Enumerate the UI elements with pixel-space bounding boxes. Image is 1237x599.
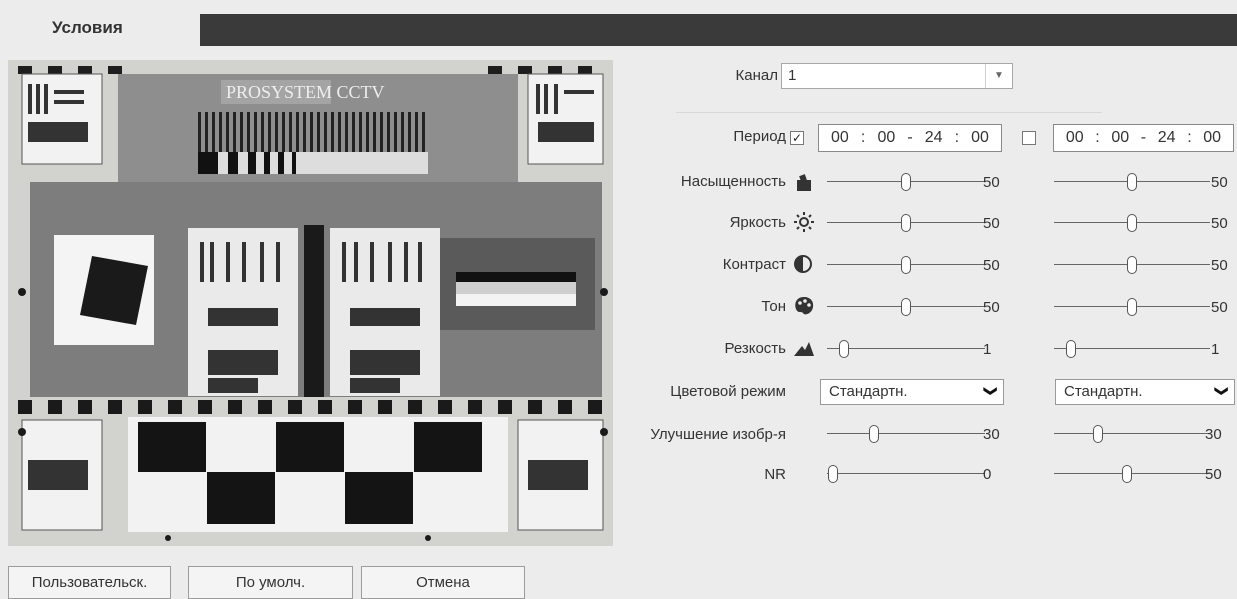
tab-conditions[interactable]: Условия <box>8 14 200 46</box>
chevron-down-icon: ▼ <box>985 64 1012 88</box>
enhance-value-1: 30 <box>983 426 1000 443</box>
slider-handle[interactable] <box>839 340 850 358</box>
camera-preview: PROSYSTEM CCTV <box>8 60 613 546</box>
sharpness-value-1: 1 <box>983 341 992 358</box>
nr-value-1: 0 <box>983 466 992 483</box>
period-1-checkbox[interactable]: ✓ <box>790 131 804 145</box>
slider-handle[interactable] <box>901 214 911 232</box>
time-separator: : <box>860 129 866 146</box>
slider-handle[interactable] <box>1127 256 1137 274</box>
nr-slider-1[interactable] <box>827 464 985 484</box>
nr-value-2: 50 <box>1205 466 1222 483</box>
saturation-icon <box>797 174 811 191</box>
color-mode-value-1: Стандартн. <box>829 383 908 400</box>
slider-handle[interactable] <box>901 298 911 316</box>
saturation-slider-1[interactable] <box>827 172 985 192</box>
nr-slider-2[interactable] <box>1054 464 1210 484</box>
slider-handle[interactable] <box>1127 298 1137 316</box>
period-1-time[interactable]: 00: 00- 24: 00 <box>818 124 1002 152</box>
period-2-checkbox[interactable] <box>1022 131 1036 145</box>
divider <box>676 112 1102 113</box>
top-bar: Условия <box>0 0 1237 46</box>
slider-handle[interactable] <box>1092 425 1103 443</box>
brightness-label: Яркость <box>729 214 786 231</box>
time-field[interactable]: 00 <box>877 129 895 147</box>
color-mode-label: Цветовой режим <box>670 383 786 400</box>
slider-handle[interactable] <box>828 465 839 483</box>
contrast-label: Контраст <box>722 256 786 273</box>
time-field[interactable]: 00 <box>1111 129 1129 147</box>
slider-handle[interactable] <box>1127 173 1137 191</box>
saturation-slider-2[interactable] <box>1054 172 1210 192</box>
time-field[interactable]: 00 <box>1066 129 1084 147</box>
color-mode-select-1[interactable]: Стандартн. ❮ <box>820 379 1004 405</box>
sharpness-value-2: 1 <box>1211 341 1220 358</box>
enhance-slider-1[interactable] <box>827 424 985 444</box>
cancel-button[interactable]: Отмена <box>361 566 525 599</box>
contrast-icon <box>794 255 812 273</box>
time-separator: - <box>1140 129 1147 146</box>
hue-slider-1[interactable] <box>827 297 985 317</box>
color-mode-select-2[interactable]: Стандартн. ❮ <box>1055 379 1235 405</box>
time-field[interactable]: 24 <box>925 129 943 147</box>
saturation-value-1: 50 <box>983 174 1000 191</box>
top-bar-dark <box>200 14 1237 46</box>
hue-value-2: 50 <box>1211 299 1228 316</box>
chevron-down-icon: ❮ <box>981 385 997 397</box>
brightness-value-1: 50 <box>983 215 1000 232</box>
brightness-slider-2[interactable] <box>1054 213 1210 233</box>
time-separator: : <box>1095 129 1100 146</box>
slider-handle[interactable] <box>869 425 880 443</box>
default-button[interactable]: По умолч. <box>188 566 353 599</box>
enhance-label: Улучшение изобр-я <box>650 426 786 443</box>
hue-slider-2[interactable] <box>1054 297 1210 317</box>
contrast-slider-1[interactable] <box>827 255 985 275</box>
channel-select[interactable]: 1 ▼ <box>781 63 1013 89</box>
custom-button[interactable]: Пользовательск. <box>8 566 171 599</box>
saturation-value-2: 50 <box>1211 174 1228 191</box>
channel-label: Канал <box>735 67 778 84</box>
time-separator: : <box>954 129 960 146</box>
enhance-slider-2[interactable] <box>1054 424 1210 444</box>
brightness-icon <box>794 212 814 232</box>
chevron-down-icon: ❮ <box>1212 385 1228 397</box>
brightness-slider-1[interactable] <box>827 213 985 233</box>
time-field[interactable]: 00 <box>1203 129 1221 147</box>
period-2-time[interactable]: 00: 00- 24: 00 <box>1053 124 1234 152</box>
time-separator: : <box>1187 129 1192 146</box>
tab-label: Условия <box>52 18 123 37</box>
nr-label: NR <box>764 466 786 483</box>
hue-icon <box>795 297 814 315</box>
sharpness-slider-1[interactable] <box>827 339 985 359</box>
hue-label: Тон <box>761 298 786 315</box>
sharpness-icon <box>794 342 814 356</box>
brightness-value-2: 50 <box>1211 215 1228 232</box>
period-label: Период <box>733 128 786 145</box>
sharpness-label: Резкость <box>724 340 787 357</box>
slider-handle[interactable] <box>1066 340 1077 358</box>
time-separator: - <box>907 129 913 146</box>
enhance-value-2: 30 <box>1205 426 1222 443</box>
saturation-label: Насыщенность <box>680 173 786 190</box>
contrast-slider-2[interactable] <box>1054 255 1210 275</box>
slider-handle[interactable] <box>901 256 911 274</box>
logo-text: PROSYSTEM CCTV <box>226 82 385 102</box>
slider-handle[interactable] <box>1127 214 1137 232</box>
channel-value: 1 <box>788 67 797 84</box>
contrast-value-2: 50 <box>1211 257 1228 274</box>
color-mode-value-2: Стандартн. <box>1064 383 1143 400</box>
contrast-value-1: 50 <box>983 257 1000 274</box>
slider-handle[interactable] <box>901 173 911 191</box>
slider-handle[interactable] <box>1122 465 1133 483</box>
sharpness-slider-2[interactable] <box>1054 339 1210 359</box>
time-field[interactable]: 00 <box>831 129 849 147</box>
time-field[interactable]: 00 <box>971 129 989 147</box>
time-field[interactable]: 24 <box>1158 129 1176 147</box>
hue-value-1: 50 <box>983 299 1000 316</box>
